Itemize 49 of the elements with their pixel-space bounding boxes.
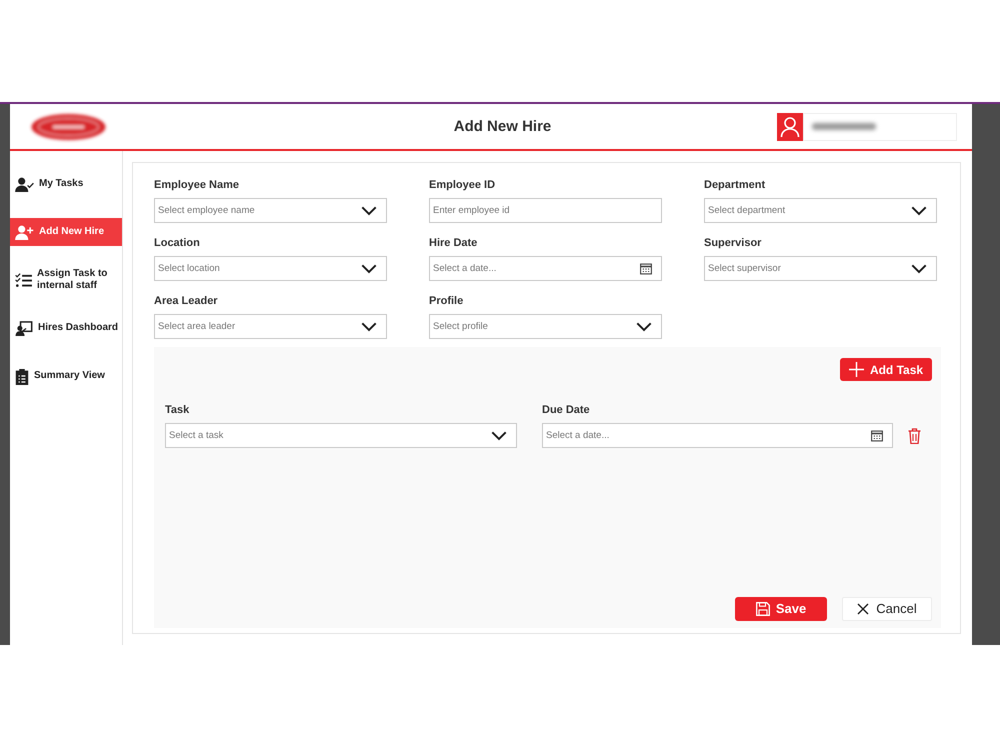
text-field[interactable]: Enter employee id bbox=[429, 198, 662, 223]
field-label: Location bbox=[154, 236, 201, 250]
add-task-button[interactable]: Add Task bbox=[840, 358, 932, 381]
trash-icon[interactable] bbox=[908, 428, 921, 444]
field-label: Employee ID bbox=[429, 178, 496, 192]
sidebar-item[interactable]: Hires Dashboard bbox=[10, 314, 122, 342]
sidebar-item[interactable]: Add New Hire bbox=[10, 218, 122, 246]
chevron-down-icon bbox=[491, 430, 507, 440]
chevron-down-icon bbox=[361, 322, 377, 332]
field-label: Department bbox=[704, 178, 766, 192]
dropdown-field[interactable]: Select location bbox=[154, 256, 387, 281]
chevron-down-icon bbox=[361, 264, 377, 274]
plus-icon bbox=[848, 362, 864, 377]
field-label: Area Leader bbox=[154, 294, 219, 308]
clipboard-icon bbox=[15, 368, 29, 384]
calendar-icon bbox=[640, 263, 652, 274]
chevron-down-icon bbox=[911, 264, 927, 274]
user-plus-icon bbox=[15, 224, 34, 240]
cancel-button[interactable]: Cancel bbox=[842, 597, 932, 621]
field-label: Employee Name bbox=[154, 178, 240, 192]
dropdown-field[interactable]: Select department bbox=[704, 198, 937, 223]
sidebar-item[interactable]: Assign Task to internal staff bbox=[10, 266, 122, 294]
blurred-name-icon bbox=[812, 123, 876, 130]
page-title: Add New Hire bbox=[452, 118, 552, 136]
field-label: Profile bbox=[429, 294, 464, 308]
user-check-icon bbox=[15, 176, 34, 192]
close-icon bbox=[857, 603, 870, 615]
field-label: Task bbox=[165, 403, 190, 417]
chevron-down-icon bbox=[636, 322, 652, 332]
dropdown-field[interactable]: Select area leader bbox=[154, 314, 387, 339]
save-button[interactable]: Save bbox=[735, 597, 827, 621]
field-label: Hire Date bbox=[429, 236, 478, 250]
dropdown-field[interactable]: Select supervisor bbox=[704, 256, 937, 281]
field-label: Supervisor bbox=[704, 236, 762, 250]
calendar-icon bbox=[871, 430, 883, 441]
sidebar-item[interactable]: My Tasks bbox=[10, 170, 122, 198]
chevron-down-icon bbox=[911, 206, 927, 216]
chevron-down-icon bbox=[361, 206, 377, 216]
checklist-icon bbox=[15, 272, 32, 288]
user-avatar-icon[interactable] bbox=[777, 112, 803, 140]
dropdown-field[interactable]: Select profile bbox=[429, 314, 662, 339]
dropdown-field[interactable]: Select employee name bbox=[154, 198, 387, 223]
sidebar-item[interactable]: Summary View bbox=[10, 362, 122, 390]
dropdown-field[interactable]: Select a task bbox=[165, 423, 517, 448]
presentation-icon bbox=[15, 320, 33, 336]
date-field[interactable]: Select a date... bbox=[542, 423, 893, 448]
user-profile-box[interactable] bbox=[803, 112, 957, 140]
field-label: Due Date bbox=[542, 403, 591, 417]
date-field[interactable]: Select a date... bbox=[429, 256, 662, 281]
